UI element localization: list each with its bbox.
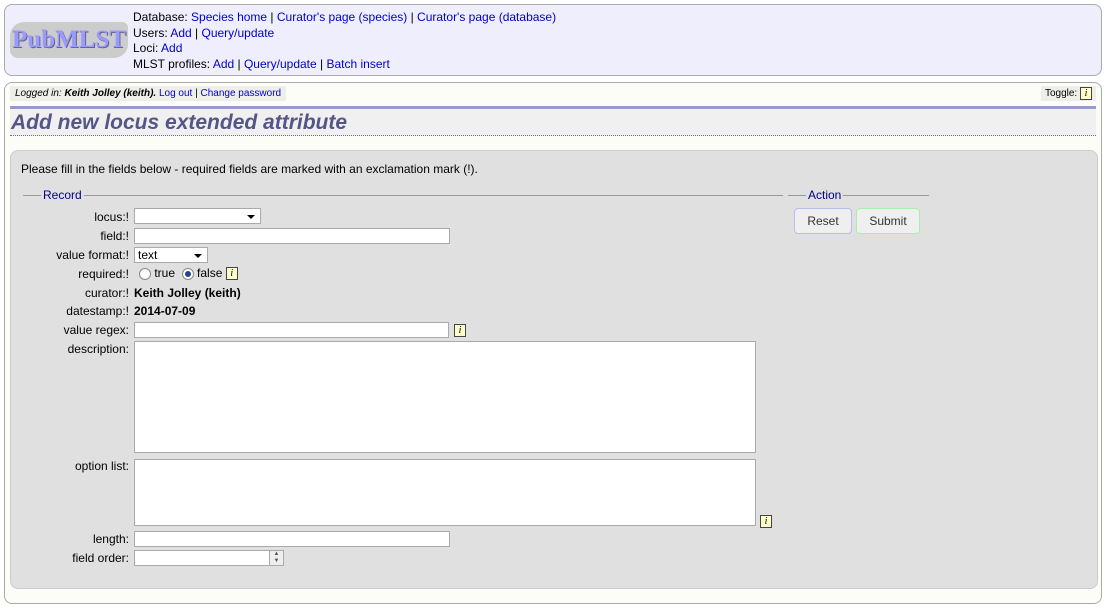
- loci-add-link[interactable]: Add: [161, 41, 182, 55]
- description-textarea[interactable]: [134, 341, 756, 453]
- spinner-icon[interactable]: ▲ ▼: [269, 551, 283, 565]
- profiles-add-link[interactable]: Add: [213, 57, 234, 71]
- value-format-value: text: [138, 248, 158, 262]
- record-legend: Record: [41, 188, 84, 202]
- curator-label: curator:!: [84, 286, 129, 300]
- option-list-textarea[interactable]: [134, 459, 756, 526]
- locus-label: locus:!: [94, 210, 129, 224]
- users-add-link[interactable]: Add: [170, 26, 191, 40]
- login-bar: Logged in: Keith Jolley (keith). Log out…: [10, 86, 287, 101]
- datestamp-value: 2014-07-09: [134, 304, 196, 318]
- toggle-bar: Toggle: i: [1040, 86, 1096, 101]
- page-title: Add new locus extended attribute: [11, 111, 348, 134]
- reset-button[interactable]: Reset: [794, 208, 852, 234]
- locus-select[interactable]: [134, 208, 261, 224]
- record-fieldset: Record: [23, 188, 783, 202]
- nav-row-database: Database: Species home | Curator's page …: [133, 10, 557, 24]
- info-icon[interactable]: i: [760, 515, 772, 528]
- nav-label: MLST profiles:: [133, 57, 211, 72]
- logout-link[interactable]: Log out: [159, 88, 192, 99]
- header: PubMLST Database: Species home | Curator…: [4, 4, 1102, 76]
- value-regex-input[interactable]: [134, 322, 449, 338]
- action-fieldset: Action: [788, 188, 929, 202]
- required-label: required:!: [78, 267, 129, 281]
- option-list-label: option list:: [74, 459, 129, 473]
- curators-page-species-link[interactable]: Curator's page (species): [277, 10, 407, 24]
- nav-row-profiles: MLST profiles: Add | Query/update | Batc…: [133, 57, 390, 72]
- required-true-radio[interactable]: [139, 267, 151, 280]
- pubmlst-logo[interactable]: PubMLST: [10, 22, 128, 58]
- required-false-label: false: [197, 266, 223, 280]
- form-panel: Please fill in the fields below - requir…: [10, 150, 1098, 589]
- info-icon[interactable]: i: [225, 267, 238, 281]
- change-password-link[interactable]: Change password: [201, 88, 282, 99]
- datestamp-label: datestamp:!: [66, 304, 129, 318]
- toggle-label: Toggle:: [1044, 88, 1078, 99]
- field-order-input[interactable]: ▲ ▼: [134, 550, 284, 566]
- field-order-label: field order:: [72, 551, 129, 565]
- required-true-label: true: [154, 266, 176, 280]
- title-bar: Add new locus extended attribute: [10, 106, 1096, 136]
- nav-row-users: Users: Add | Query/update: [133, 25, 275, 40]
- value-format-select[interactable]: text: [134, 247, 208, 263]
- required-false-radio[interactable]: [181, 267, 194, 280]
- required-radio-group: true false i: [139, 266, 238, 281]
- value-format-label: value format:!: [56, 248, 129, 262]
- profiles-query-link[interactable]: Query/update: [244, 57, 317, 71]
- length-input[interactable]: [134, 531, 450, 547]
- curator-value: Keith Jolley (keith): [134, 286, 241, 300]
- nav-label: Database:: [133, 10, 188, 24]
- value-regex-label: value regex:: [63, 323, 129, 337]
- header-nav: Database: Species home | Curator's page …: [133, 10, 556, 73]
- nav-row-loci: Loci: Add: [133, 41, 556, 57]
- description-label: description:: [67, 342, 129, 356]
- login-prefix: Logged in:: [15, 88, 65, 99]
- main-panel: Logged in: Keith Jolley (keith). Log out…: [4, 82, 1102, 604]
- form-intro: Please fill in the fields below - requir…: [21, 162, 478, 176]
- field-input[interactable]: [134, 228, 450, 244]
- submit-button[interactable]: Submit: [856, 208, 920, 234]
- nav-label: Loci:: [133, 41, 159, 56]
- info-icon[interactable]: i: [1080, 86, 1092, 100]
- species-home-link[interactable]: Species home: [191, 10, 267, 24]
- field-label: field:!: [100, 229, 129, 243]
- action-legend: Action: [806, 188, 844, 202]
- users-query-link[interactable]: Query/update: [202, 26, 275, 40]
- info-icon[interactable]: i: [454, 324, 466, 337]
- profiles-batch-insert-link[interactable]: Batch insert: [326, 57, 389, 71]
- length-label: length:: [92, 532, 129, 546]
- nav-label: Users:: [133, 25, 168, 40]
- login-user: Keith Jolley (keith).: [64, 88, 157, 99]
- curators-page-database-link[interactable]: Curator's page (database): [417, 10, 556, 24]
